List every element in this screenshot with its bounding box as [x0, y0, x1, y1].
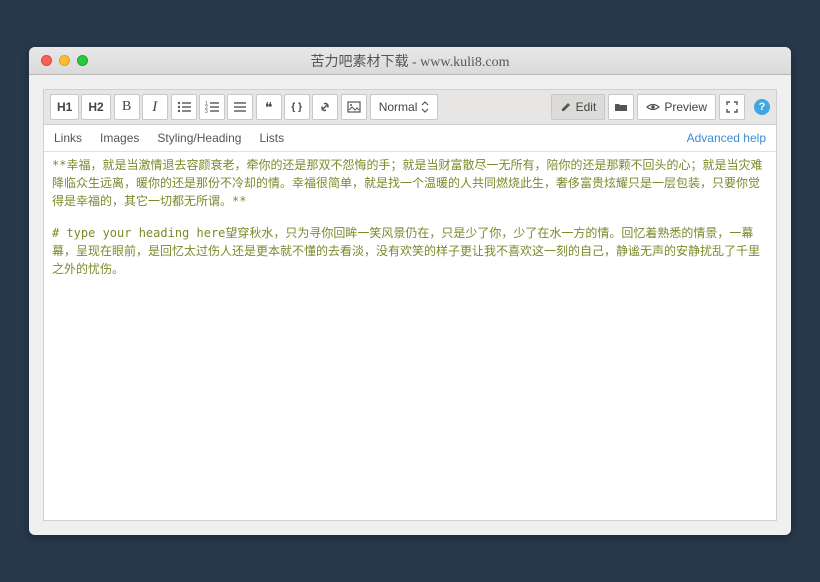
menu-images[interactable]: Images	[100, 131, 139, 145]
bullet-list-button[interactable]	[171, 94, 197, 120]
ordered-list-button[interactable]: 123	[199, 94, 225, 120]
edit-button[interactable]: Edit	[551, 94, 606, 120]
help-button[interactable]: ?	[754, 99, 770, 115]
bullet-list-icon	[177, 101, 191, 113]
link-icon	[318, 100, 332, 114]
format-select[interactable]: Normal	[370, 94, 439, 120]
bold-button[interactable]: B	[114, 94, 140, 120]
close-button[interactable]	[41, 55, 52, 66]
menu-lists[interactable]: Lists	[259, 131, 284, 145]
svg-text:3: 3	[205, 109, 208, 113]
editor: H1 H2 B I 123	[43, 89, 777, 521]
menu-links[interactable]: Links	[54, 131, 82, 145]
traffic-lights	[29, 55, 88, 66]
content-paragraph: **幸福，就是当激情退去容颜衰老，牵你的还是那双不怨悔的手；就是当财富散尽一无所…	[52, 156, 768, 210]
link-button[interactable]	[312, 94, 338, 120]
image-button[interactable]	[341, 94, 367, 120]
eye-icon	[646, 102, 660, 112]
titlebar: 苦力吧素材下载 - www.kuli8.com	[29, 47, 791, 75]
advanced-help-link[interactable]: Advanced help	[687, 131, 766, 145]
window-title: 苦力吧素材下载 - www.kuli8.com	[29, 51, 791, 71]
chevron-updown-icon	[421, 101, 429, 113]
folder-button[interactable]	[608, 94, 634, 120]
editor-content[interactable]: **幸福，就是当激情退去容颜衰老，牵你的还是那双不怨悔的手；就是当财富散尽一无所…	[44, 152, 776, 520]
quote-button[interactable]: ❝	[256, 94, 282, 120]
italic-button[interactable]: I	[142, 94, 168, 120]
pencil-icon	[560, 101, 572, 113]
image-icon	[347, 101, 361, 113]
maximize-button[interactable]	[77, 55, 88, 66]
code-button[interactable]: { }	[284, 94, 310, 120]
editor-container: H1 H2 B I 123	[29, 75, 791, 535]
h1-button[interactable]: H1	[50, 94, 79, 120]
menubar: Links Images Styling/Heading Lists Advan…	[44, 125, 776, 152]
toolbar: H1 H2 B I 123	[44, 90, 776, 125]
paragraph-button[interactable]	[227, 94, 253, 120]
minimize-button[interactable]	[59, 55, 70, 66]
preview-button[interactable]: Preview	[637, 94, 716, 120]
folder-icon	[614, 101, 628, 113]
content-paragraph: # type your heading here望穿秋水，只为寻你回眸一笑风景仍…	[52, 224, 768, 278]
paragraph-icon	[233, 101, 247, 113]
app-window: 苦力吧素材下载 - www.kuli8.com H1 H2 B I 123	[29, 47, 791, 535]
h2-button[interactable]: H2	[81, 94, 110, 120]
fullscreen-icon	[726, 101, 738, 113]
fullscreen-button[interactable]	[719, 94, 745, 120]
menu-styling[interactable]: Styling/Heading	[157, 131, 241, 145]
ordered-list-icon: 123	[205, 101, 219, 113]
format-select-label: Normal	[379, 100, 418, 114]
